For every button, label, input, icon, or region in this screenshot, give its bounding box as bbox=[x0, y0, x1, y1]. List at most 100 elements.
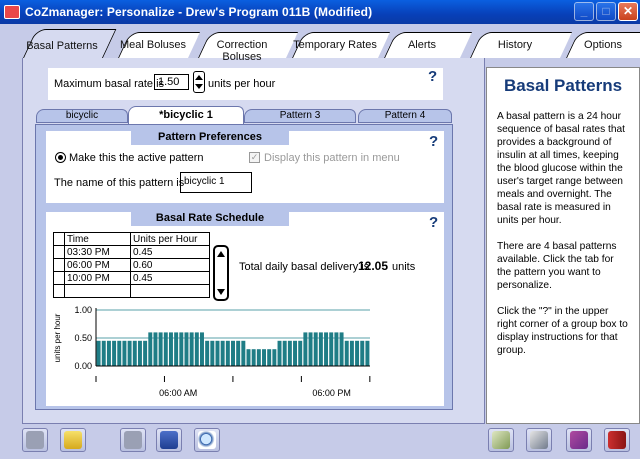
tools-button[interactable] bbox=[526, 428, 552, 452]
table-header-row: Time Units per Hour bbox=[53, 232, 210, 246]
help-panel-title: Basal Patterns bbox=[503, 76, 623, 95]
chart-bar bbox=[313, 332, 318, 366]
y-axis-label: units per hour bbox=[53, 313, 62, 362]
chart-bar bbox=[132, 340, 137, 366]
time-cell[interactable]: 03:30 PM bbox=[64, 245, 131, 259]
chart-bar bbox=[339, 332, 344, 366]
upload-icon bbox=[26, 431, 44, 449]
table-row[interactable] bbox=[53, 284, 210, 298]
maximize-button[interactable]: □ bbox=[596, 2, 616, 21]
chart-bar bbox=[122, 340, 127, 366]
time-cell[interactable]: 10:00 PM bbox=[64, 271, 131, 285]
chart-bar bbox=[324, 332, 329, 366]
minimize-button[interactable]: _ bbox=[574, 2, 594, 21]
pattern-tab-4[interactable]: Pattern 4 bbox=[358, 109, 452, 123]
chart-bar bbox=[318, 332, 323, 366]
help-book-icon bbox=[570, 431, 588, 449]
chart-bar bbox=[179, 332, 184, 366]
chart-bar bbox=[174, 332, 179, 366]
tab-correction-boluses[interactable]: Correction Boluses bbox=[198, 32, 299, 63]
max-rate-spinner[interactable] bbox=[193, 71, 205, 93]
scroll-up-icon[interactable] bbox=[217, 251, 225, 257]
active-pattern-radio[interactable] bbox=[55, 152, 66, 163]
main-tab-bar: Meal Boluses Correction Boluses Temporar… bbox=[0, 24, 640, 63]
chart-bar bbox=[143, 340, 148, 366]
download-button[interactable] bbox=[120, 428, 146, 452]
active-pattern-label: Make this the active pattern bbox=[69, 152, 204, 164]
rate-cell[interactable]: 0.45 bbox=[130, 245, 210, 259]
chart-bar bbox=[272, 349, 277, 366]
spin-down-icon[interactable] bbox=[195, 84, 203, 89]
close-button[interactable]: ✕ bbox=[618, 2, 638, 21]
download-icon bbox=[124, 431, 142, 449]
pattern-tab-3[interactable]: Pattern 3 bbox=[244, 109, 356, 123]
chart-bar bbox=[168, 332, 173, 366]
open-folder-icon bbox=[64, 431, 82, 449]
chart-bar bbox=[360, 340, 365, 366]
y-tick-label: 0.00 bbox=[74, 361, 92, 371]
chart-bar bbox=[262, 349, 266, 366]
max-rate-label: Maximum basal rate is bbox=[54, 78, 165, 90]
rate-cell[interactable] bbox=[130, 284, 210, 298]
preferences-help-icon[interactable]: ? bbox=[429, 133, 438, 150]
chart-bar bbox=[344, 340, 349, 366]
chart-bar bbox=[112, 340, 117, 366]
window-title: CoZmanager: Personalize - Drew's Program… bbox=[25, 5, 373, 19]
chart-bar bbox=[303, 332, 308, 366]
tab-options[interactable]: Options bbox=[566, 32, 640, 58]
rate-cell[interactable]: 0.60 bbox=[130, 258, 210, 272]
save-button[interactable] bbox=[156, 428, 182, 452]
chart-bar bbox=[251, 349, 256, 366]
chart-bar bbox=[158, 332, 163, 366]
row-marker bbox=[53, 245, 65, 259]
total-delivery-label: Total daily basal delivery is bbox=[239, 261, 370, 273]
chart-bar bbox=[277, 340, 282, 366]
column-header-time: Time bbox=[64, 232, 131, 246]
title-bar: CoZmanager: Personalize - Drew's Program… bbox=[0, 0, 640, 24]
tab-history[interactable]: History bbox=[470, 32, 573, 58]
tab-meal-boluses[interactable]: Meal Boluses bbox=[118, 32, 201, 58]
upload-button[interactable] bbox=[22, 428, 48, 452]
help-paragraph: There are 4 basal patterns available. Cl… bbox=[497, 241, 617, 291]
chart-bar bbox=[153, 332, 158, 366]
schedule-scroll-control[interactable] bbox=[213, 245, 229, 301]
tab-basal-patterns[interactable]: Basal Patterns bbox=[22, 29, 117, 60]
notes-button[interactable] bbox=[488, 428, 514, 452]
chart-bar bbox=[137, 340, 142, 366]
schedule-title: Basal Rate Schedule bbox=[131, 211, 289, 226]
pattern-tab-bicyclic-1[interactable]: *bicyclic 1 bbox=[128, 106, 244, 124]
tab-temporary-rates[interactable]: Temporary Rates bbox=[292, 32, 391, 58]
chart-bar bbox=[117, 340, 122, 366]
chart-bar bbox=[210, 340, 215, 366]
print-preview-button[interactable] bbox=[194, 428, 220, 452]
open-button[interactable] bbox=[60, 428, 86, 452]
time-cell[interactable] bbox=[64, 284, 131, 298]
exit-icon bbox=[608, 431, 626, 449]
row-header-cell bbox=[53, 232, 65, 246]
chart-bar bbox=[96, 340, 101, 366]
schedule-help-icon[interactable]: ? bbox=[429, 214, 438, 231]
chart-bar bbox=[106, 340, 111, 366]
spin-up-icon[interactable] bbox=[195, 75, 203, 80]
max-rate-input[interactable]: 1.50 bbox=[154, 74, 189, 90]
chart-bar bbox=[355, 340, 360, 366]
tab-alerts[interactable]: Alerts bbox=[384, 32, 473, 58]
pattern-tab-bicyclic[interactable]: bicyclic bbox=[36, 109, 128, 123]
time-cell[interactable]: 06:00 PM bbox=[64, 258, 131, 272]
help-book-button[interactable] bbox=[566, 428, 592, 452]
row-marker bbox=[53, 271, 65, 285]
table-row[interactable]: 10:00 PM 0.45 bbox=[53, 271, 210, 285]
scroll-down-icon[interactable] bbox=[217, 289, 225, 295]
max-rate-help-icon[interactable]: ? bbox=[428, 68, 437, 85]
chart-bar bbox=[189, 332, 194, 366]
display-in-menu-checkbox[interactable]: ✓ bbox=[249, 152, 260, 163]
total-delivery-units: units bbox=[392, 261, 416, 273]
rate-cell[interactable]: 0.45 bbox=[130, 271, 210, 285]
preferences-title: Pattern Preferences bbox=[131, 130, 289, 145]
table-row[interactable]: 03:30 PM 0.45 bbox=[53, 245, 210, 259]
chart-bar bbox=[215, 340, 220, 366]
y-tick-label: 1.00 bbox=[74, 305, 92, 315]
table-row[interactable]: 06:00 PM 0.60 bbox=[53, 258, 210, 272]
exit-button[interactable] bbox=[604, 428, 630, 452]
pattern-name-input[interactable]: bicyclic 1 bbox=[180, 172, 252, 193]
